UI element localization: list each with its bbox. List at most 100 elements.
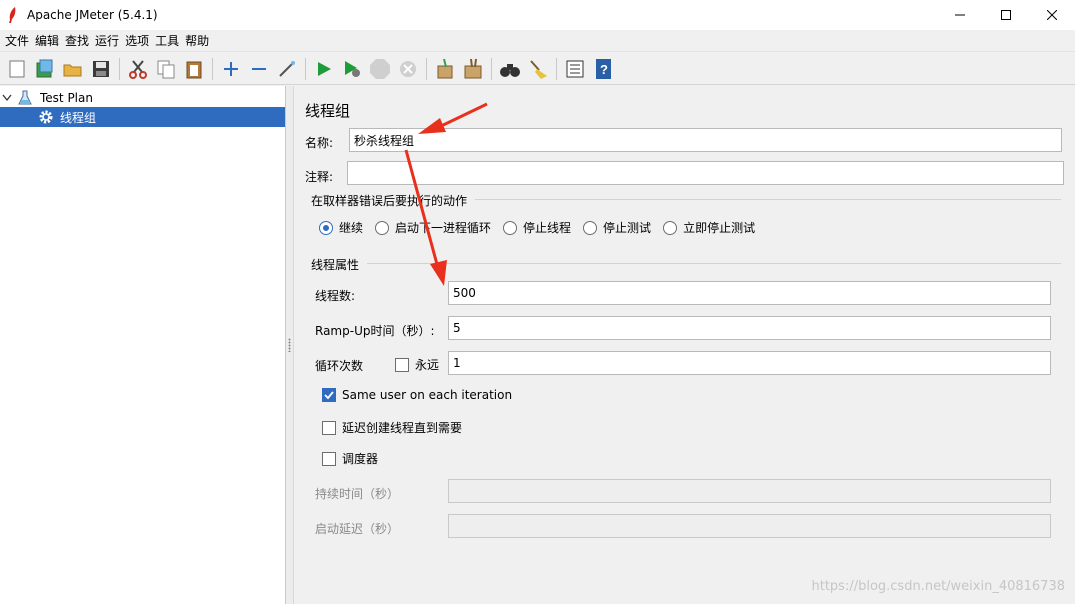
duration-field <box>448 479 1051 503</box>
scheduler-row[interactable]: 调度器 <box>322 450 378 467</box>
chevron-down-icon[interactable] <box>2 94 14 102</box>
play-icon <box>318 61 331 76</box>
expand-all-button[interactable] <box>219 57 243 81</box>
loop-count-field[interactable]: 1 <box>448 351 1051 375</box>
radio-continue[interactable]: 继续 <box>319 219 363 236</box>
start-button[interactable] <box>312 57 336 81</box>
delay-thread-creation-checkbox[interactable] <box>322 420 336 435</box>
split-pane-divider[interactable] <box>286 86 294 604</box>
radio-label: 继续 <box>339 221 364 235</box>
forever-checkbox-row[interactable]: 永远 <box>395 356 439 373</box>
same-user-checkbox[interactable] <box>322 388 336 402</box>
tree-node-test-plan[interactable]: Test Plan <box>0 88 285 108</box>
reset-search-button[interactable] <box>526 57 550 81</box>
window-title: Apache JMeter (5.4.1) <box>27 8 158 22</box>
binoculars-icon <box>500 63 520 77</box>
toggle-button[interactable] <box>275 57 299 81</box>
menu-tools[interactable]: 工具 <box>152 32 182 49</box>
new-file-icon <box>9 60 25 77</box>
menu-bar: 文件 编辑 查找 运行 选项 工具 帮助 <box>0 30 1075 52</box>
function-helper-button[interactable] <box>563 57 587 81</box>
menu-search[interactable]: 查找 <box>62 32 92 49</box>
group-divider <box>367 263 1061 264</box>
open-folder-icon <box>63 64 82 76</box>
help-button[interactable]: ? <box>591 57 615 81</box>
radio-label: 停止线程 <box>523 221 572 235</box>
radio-button[interactable] <box>375 220 390 235</box>
gear-icon <box>38 109 54 125</box>
menu-edit[interactable]: 编辑 <box>32 32 62 49</box>
broom-clear-all-icon <box>464 58 482 78</box>
radio-stop-test[interactable]: 停止测试 <box>583 219 651 236</box>
save-button[interactable] <box>89 57 113 81</box>
forever-checkbox[interactable] <box>395 357 409 372</box>
splitter-grip[interactable] <box>288 338 291 352</box>
clear-all-button[interactable] <box>461 57 485 81</box>
radio-stop-thread[interactable]: 停止线程 <box>503 219 571 236</box>
help-book-icon: ? <box>596 58 611 79</box>
threads-field[interactable]: 500 <box>448 281 1051 305</box>
new-button[interactable] <box>5 57 29 81</box>
minus-icon <box>252 67 266 70</box>
thread-props-group-title: 线程属性 <box>311 258 360 272</box>
close-button[interactable] <box>1029 0 1075 30</box>
tree-label-thread-group: 线程组 <box>60 110 97 125</box>
radio-button[interactable] <box>503 220 518 235</box>
comment-field[interactable] <box>347 161 1064 185</box>
test-plan-tree: Test Plan 线程组 <box>0 86 286 604</box>
open-button[interactable] <box>61 57 85 81</box>
menu-run[interactable]: 运行 <box>92 32 122 49</box>
menu-help[interactable]: 帮助 <box>182 32 212 49</box>
forever-label: 永远 <box>415 358 440 372</box>
templates-icon <box>36 59 53 77</box>
copy-button[interactable] <box>154 57 178 81</box>
same-user-row[interactable]: Same user on each iteration <box>322 388 512 402</box>
stop-button[interactable] <box>368 57 392 81</box>
stop-icon <box>370 58 390 79</box>
checkmark-icon <box>324 391 334 400</box>
radio-stop-test-now[interactable]: 立即停止测试 <box>663 219 755 236</box>
tree-node-thread-group[interactable]: 线程组 <box>0 107 285 127</box>
cut-button[interactable] <box>126 57 150 81</box>
watermark-text: https://blog.csdn.net/weixin_40816738 <box>811 579 1065 594</box>
menu-options[interactable]: 选项 <box>122 32 152 49</box>
threads-label: 线程数: <box>315 289 356 303</box>
radio-start-next-loop[interactable]: 启动下一进程循环 <box>375 219 491 236</box>
paste-clipboard-icon <box>186 61 202 78</box>
copy-icon <box>157 60 175 78</box>
radio-button[interactable] <box>583 220 598 235</box>
tree-label-test-plan: Test Plan <box>40 91 93 105</box>
toolbar-separator <box>305 57 306 80</box>
minimize-button[interactable] <box>937 0 983 30</box>
title-bar: Apache JMeter (5.4.1) <box>0 0 1075 30</box>
startup-delay-label: 启动延迟（秒） <box>315 522 400 536</box>
loop-count-label: 循环次数 <box>315 359 364 373</box>
start-no-pauses-button[interactable] <box>340 57 364 81</box>
toolbar-separator <box>119 57 120 80</box>
templates-button[interactable] <box>33 57 57 81</box>
search-button[interactable] <box>498 57 522 81</box>
jmeter-feather-icon <box>7 7 21 23</box>
comment-label: 注释: <box>305 170 334 184</box>
minimize-icon <box>955 14 965 16</box>
broom-clear-icon <box>437 58 453 78</box>
toolbar: ? <box>0 53 1075 85</box>
delay-thread-creation-row[interactable]: 延迟创建线程直到需要 <box>322 419 462 436</box>
name-field[interactable]: 秒杀线程组 <box>349 128 1062 152</box>
error-action-radio-group: 继续 启动下一进程循环 停止线程 停止测试 立即停止测试 <box>319 219 767 236</box>
collapse-all-button[interactable] <box>247 57 271 81</box>
rampup-field[interactable]: 5 <box>448 316 1051 340</box>
clear-button[interactable] <box>433 57 457 81</box>
radio-label: 停止测试 <box>603 221 652 235</box>
maximize-button[interactable] <box>983 0 1029 30</box>
scheduler-checkbox[interactable] <box>322 451 336 466</box>
radio-label: 立即停止测试 <box>683 221 756 235</box>
shutdown-button[interactable] <box>396 57 420 81</box>
menu-file[interactable]: 文件 <box>2 32 32 49</box>
paste-button[interactable] <box>182 57 206 81</box>
radio-button-checked[interactable] <box>319 220 333 235</box>
thread-group-panel: 线程组 名称: 秒杀线程组 注释: 在取样器错误后要执行的动作 继续 启动下一进… <box>295 86 1075 604</box>
save-disk-icon <box>93 60 109 77</box>
radio-button[interactable] <box>663 220 678 235</box>
startup-delay-field <box>448 514 1051 538</box>
